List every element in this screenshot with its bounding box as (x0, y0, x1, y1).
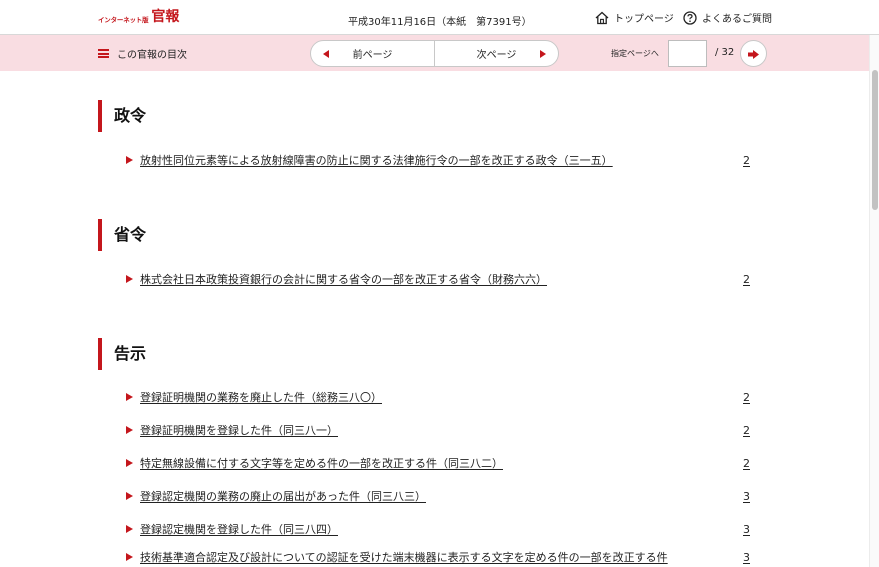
section-heading: 省令 (98, 219, 146, 251)
logo-subtitle: インターネット版 (98, 16, 149, 24)
bullet-triangle-icon (126, 525, 133, 533)
entry-page-link[interactable]: 3 (743, 549, 750, 567)
goto-page-label: 指定ページへ (611, 49, 659, 58)
bullet-triangle-icon (126, 492, 133, 500)
question-circle-icon (683, 10, 697, 25)
prev-page-button[interactable]: 前ページ (311, 41, 434, 66)
list-item: 特定無線設備に付する文字等を定める件の一部を改正する件（同三八二） 2 (126, 455, 750, 473)
toc-menu-button[interactable]: この官報の目次 (98, 46, 187, 61)
faq-label: よくあるご質問 (702, 14, 772, 25)
entry-page-link[interactable]: 2 (743, 152, 750, 170)
entry-page-link[interactable]: 2 (743, 389, 750, 407)
list-item: 登録認定機関の業務の廃止の届出があった件（同三八三） 3 (126, 488, 750, 506)
prev-page-label: 前ページ (352, 50, 393, 61)
goto-page-button[interactable] (740, 40, 767, 67)
entry-page-link[interactable]: 3 (743, 521, 750, 539)
top-page-link[interactable]: トップページ (595, 10, 674, 25)
bullet-triangle-icon (126, 275, 133, 283)
triangle-right-icon (540, 50, 546, 58)
page-number-input[interactable] (668, 40, 707, 67)
list-item: 登録認定機関を登録した件（同三八四） 3 (126, 521, 750, 539)
logo-title: 官報 (151, 9, 180, 25)
scrollbar-thumb[interactable] (872, 70, 878, 210)
toc-label: この官報の目次 (117, 50, 187, 61)
bullet-triangle-icon (126, 553, 133, 561)
entry-link[interactable]: 技術基準適合認定及び設計についての認証を受けた端末機器に表示する文字を定める件の… (140, 549, 668, 567)
entry-page-link[interactable]: 3 (743, 488, 750, 506)
triangle-left-icon (323, 50, 329, 58)
hamburger-icon (98, 49, 109, 58)
vertical-scrollbar[interactable] (869, 35, 879, 567)
bullet-triangle-icon (126, 393, 133, 401)
arrow-right-icon (748, 44, 759, 63)
entry-page-link[interactable]: 2 (743, 422, 750, 440)
page-pager: 前ページ 次ページ (310, 40, 559, 67)
top-page-label: トップページ (614, 14, 674, 25)
next-page-label: 次ページ (476, 50, 517, 61)
list-item: 登録証明機関を登録した件（同三八一） 2 (126, 422, 750, 440)
list-item: 技術基準適合認定及び設計についての認証を受けた端末機器に表示する文字を定める件の… (126, 549, 750, 567)
site-header: インターネット版 官報 平成30年11月16日（本紙 第7391号） トップペー… (0, 0, 879, 35)
bullet-triangle-icon (126, 426, 133, 434)
issue-info: 平成30年11月16日（本紙 第7391号） (348, 17, 532, 28)
entry-page-link[interactable]: 2 (743, 271, 750, 289)
faq-link[interactable]: よくあるご質問 (683, 10, 772, 25)
entry-link[interactable]: 登録認定機関を登録した件（同三八四） (140, 521, 338, 539)
entry-link[interactable]: 株式会社日本政策投資銀行の会計に関する省令の一部を改正する省令（財務六六） (140, 271, 547, 289)
section-heading: 政令 (98, 100, 146, 132)
bullet-triangle-icon (126, 459, 133, 467)
list-item: 登録証明機関の業務を廃止した件（総務三八〇） 2 (126, 389, 750, 407)
entry-link[interactable]: 登録証明機関の業務を廃止した件（総務三八〇） (140, 389, 382, 407)
total-pages: / 32 (715, 47, 735, 58)
section-heading: 告示 (98, 338, 146, 370)
list-item: 放射性同位元素等による放射線障害の防止に関する法律施行令の一部を改正する政令（三… (126, 152, 750, 170)
next-page-button[interactable]: 次ページ (434, 41, 558, 66)
entry-page-link[interactable]: 2 (743, 455, 750, 473)
list-item: 株式会社日本政策投資銀行の会計に関する省令の一部を改正する省令（財務六六） 2 (126, 271, 750, 289)
kanpo-logo[interactable]: インターネット版 官報 (98, 10, 179, 25)
entry-link[interactable]: 登録証明機関を登録した件（同三八一） (140, 422, 338, 440)
entry-link[interactable]: 登録認定機関の業務の廃止の届出があった件（同三八三） (140, 488, 426, 506)
home-icon (595, 11, 609, 25)
entry-link[interactable]: 特定無線設備に付する文字等を定める件の一部を改正する件（同三八二） (140, 455, 503, 473)
page-toolbar: この官報の目次 前ページ 次ページ 指定ページへ / 32 (0, 35, 869, 71)
entry-link[interactable]: 放射性同位元素等による放射線障害の防止に関する法律施行令の一部を改正する政令（三… (140, 152, 613, 170)
bullet-triangle-icon (126, 156, 133, 164)
